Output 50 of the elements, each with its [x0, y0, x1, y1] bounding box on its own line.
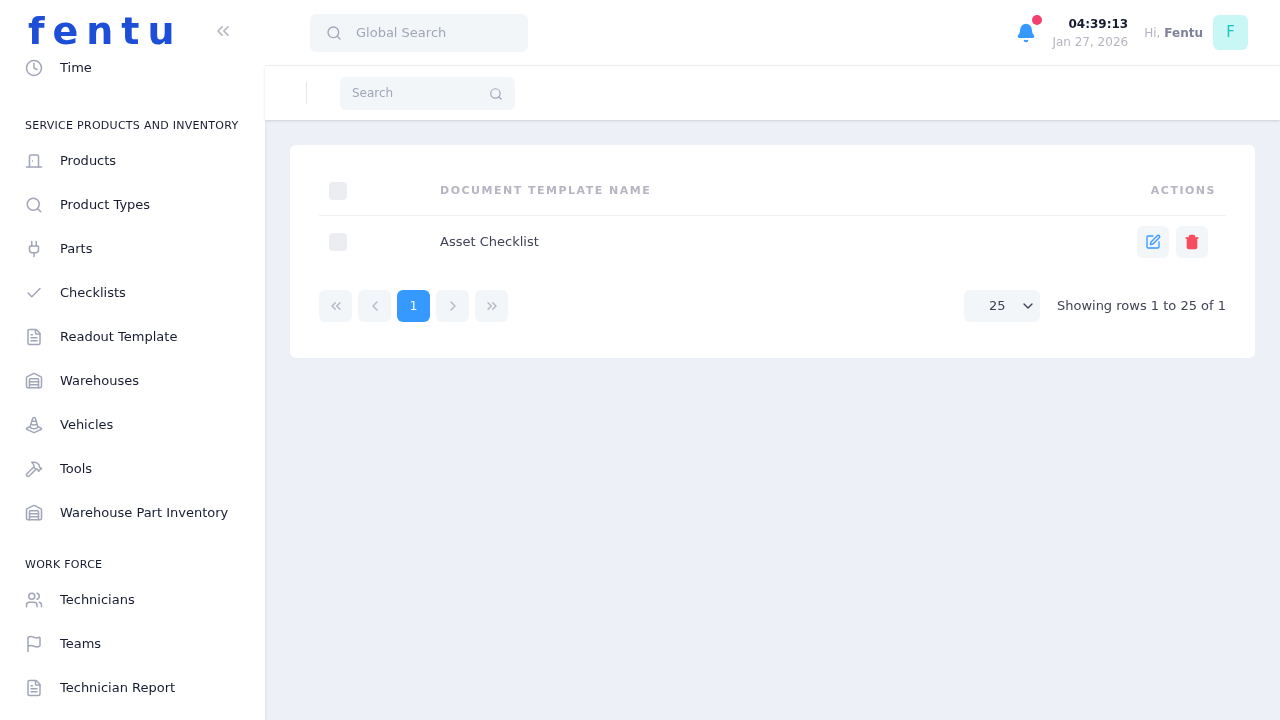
- warehouse-icon: [25, 504, 43, 522]
- flag-icon: [25, 635, 43, 653]
- trash-icon: [1184, 234, 1200, 250]
- user-name: Fentu: [1164, 24, 1203, 42]
- sidebar-item[interactable]: Time: [60, 58, 92, 78]
- sidebar-item[interactable]: Teams: [60, 634, 102, 654]
- cone-icon: [25, 416, 43, 434]
- date: Jan 27, 2026: [1052, 33, 1129, 51]
- sidebar-item[interactable]: Technician Report: [60, 678, 176, 698]
- edit-icon: [1145, 234, 1161, 250]
- logo[interactable]: fentu: [28, 12, 183, 50]
- sidebar-item[interactable]: Technicians: [60, 590, 135, 610]
- page-size-select[interactable]: 25: [963, 290, 1040, 322]
- sidebar-item[interactable]: Warehouses: [60, 371, 140, 391]
- magnifier-icon: [25, 196, 43, 214]
- section-heading: SERVICE PRODUCTS AND INVENTORY: [24, 118, 240, 134]
- search-icon: [489, 86, 503, 101]
- people-icon: [25, 591, 43, 609]
- next-page-button[interactable]: [436, 290, 469, 322]
- greeting: Hi,: [1144, 24, 1161, 42]
- sidebar-item[interactable]: Products: [60, 151, 117, 171]
- warehouse-icon: [25, 372, 43, 390]
- search-field[interactable]: Search: [340, 76, 515, 110]
- first-page-button[interactable]: [319, 290, 352, 322]
- column-header: DOCUMENT TEMPLATE NAME: [440, 182, 652, 199]
- delete-button[interactable]: [1176, 226, 1208, 258]
- search-icon: [326, 24, 342, 41]
- last-page-button[interactable]: [475, 290, 508, 322]
- previous-page-button[interactable]: [358, 290, 391, 322]
- sidebar-item[interactable]: Vehicles: [60, 415, 114, 435]
- sidebar-item[interactable]: Warehouse Part Inventory: [60, 503, 229, 523]
- door-icon: [25, 152, 43, 170]
- table-cell-text: Asset Checklist: [440, 233, 539, 252]
- sidebar-item[interactable]: Readout Template: [60, 327, 178, 347]
- page-size-value: 25: [988, 297, 1006, 316]
- document-icon: [25, 328, 43, 346]
- edit-button[interactable]: [1137, 226, 1169, 258]
- hammer-icon: [25, 460, 43, 478]
- sidebar-item[interactable]: Parts: [60, 239, 93, 259]
- sidebar-item[interactable]: Checklists: [60, 283, 126, 303]
- sidebar-item[interactable]: Tools: [60, 459, 93, 479]
- rows-summary: Showing rows 1 to 25 of 1: [1056, 297, 1226, 316]
- clock-time: 04:39:13: [1068, 15, 1129, 33]
- global-search-field[interactable]: Global Search: [310, 13, 528, 52]
- sidebar-item[interactable]: Product Types: [60, 195, 151, 215]
- bell-icon[interactable]: [1016, 22, 1037, 43]
- clock-icon: [25, 59, 43, 77]
- document-icon: [25, 679, 43, 697]
- section-heading: WORK FORCE: [24, 557, 104, 573]
- column-header: ACTIONS: [1150, 182, 1216, 199]
